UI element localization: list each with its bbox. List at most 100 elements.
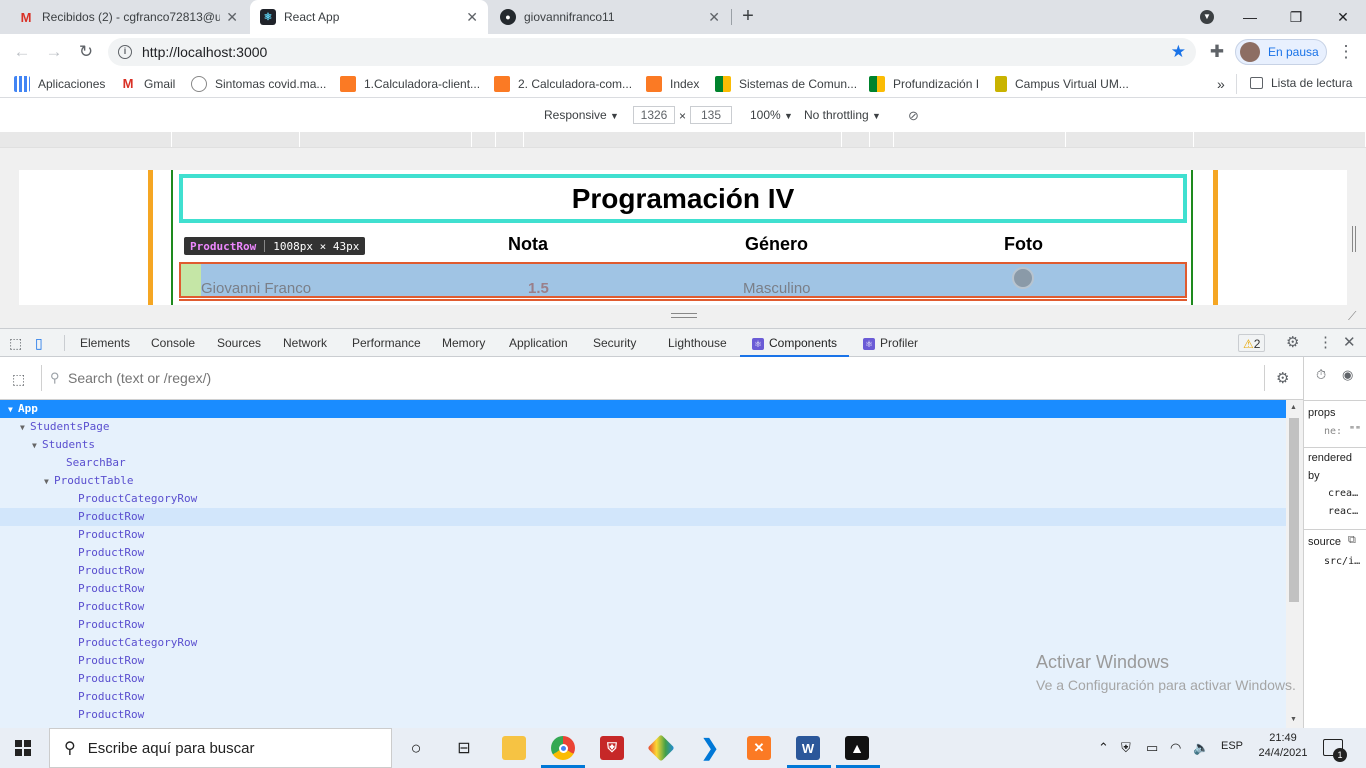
bookmark-apps[interactable]: Aplicaciones xyxy=(14,76,105,92)
bookmark-calculadora-cliente[interactable]: 1.Calculadora-client... xyxy=(340,76,480,92)
tab-github[interactable]: ● giovannifranco11 ✕ xyxy=(490,0,730,34)
menu-kebab-icon[interactable]: ⋮ xyxy=(1334,40,1358,64)
select-component-icon[interactable]: ⬚ xyxy=(12,371,25,388)
task-view-icon[interactable]: ⊟ xyxy=(452,736,476,760)
tab-lighthouse[interactable]: Lighthouse xyxy=(668,329,727,357)
media-query-segment[interactable] xyxy=(300,132,472,147)
more-options-icon[interactable]: ⋮ xyxy=(1318,329,1333,357)
tab-performance[interactable]: Performance xyxy=(352,329,421,357)
language-indicator[interactable]: ESP xyxy=(1221,740,1243,752)
tab-memory[interactable]: Memory xyxy=(442,329,485,357)
close-window-button[interactable]: ✕ xyxy=(1320,0,1366,34)
taskbar-search-box[interactable]: ⚲ Escribe aquí para buscar xyxy=(49,728,392,768)
bookmark-profundizacion[interactable]: Profundización I xyxy=(869,76,979,92)
git-kraken-icon[interactable] xyxy=(647,734,675,762)
tree-node-students-page[interactable]: ▼ StudentsPage xyxy=(0,418,1286,436)
word-icon[interactable]: W xyxy=(796,736,820,760)
scroll-up-icon[interactable]: ▲ xyxy=(1290,404,1297,411)
corner-resize-icon[interactable]: ⟋ xyxy=(1348,309,1356,324)
media-query-segment[interactable] xyxy=(172,132,300,147)
media-query-segment[interactable] xyxy=(894,132,1066,147)
security-tray-icon[interactable]: ⛨ xyxy=(1121,740,1131,756)
zoom-dropdown[interactable]: 100% ▼ xyxy=(750,108,793,122)
tray-overflow-icon[interactable]: ⌃ xyxy=(1098,740,1109,756)
tab-profiler[interactable]: ⚛ Profiler xyxy=(863,329,918,357)
extensions-icon[interactable]: ✚ xyxy=(1205,40,1229,64)
viewport-right-handle[interactable] xyxy=(1352,226,1356,252)
scroll-down-icon[interactable]: ▼ xyxy=(1290,716,1297,723)
tab-search-icon[interactable]: ▼ xyxy=(1184,0,1230,34)
viewport-resizer[interactable]: ⟋ xyxy=(0,305,1366,329)
media-query-segment[interactable] xyxy=(472,132,496,147)
settings-gear-icon[interactable]: ⚙ xyxy=(1286,329,1299,357)
bookmark-campus[interactable]: Campus Virtual UM... xyxy=(995,76,1129,92)
tree-node-product-category-row[interactable]: ProductCategoryRow xyxy=(0,490,1286,508)
volume-icon[interactable]: 🔈 xyxy=(1193,740,1209,756)
media-query-segment[interactable] xyxy=(496,132,524,147)
tab-components[interactable]: ⚛ Components xyxy=(740,329,850,357)
tree-node-product-row[interactable]: ProductRow xyxy=(0,598,1286,616)
expand-caret-icon[interactable]: ▼ xyxy=(32,437,42,455)
photos-icon[interactable]: ▲ xyxy=(845,736,869,760)
close-icon[interactable]: ✕ xyxy=(466,9,478,26)
close-icon[interactable]: ✕ xyxy=(708,9,720,26)
rendered-by-item[interactable]: reac… xyxy=(1328,506,1358,517)
tab-react-app[interactable]: ⚛ React App ✕ xyxy=(250,0,488,34)
tab-elements[interactable]: Elements xyxy=(80,329,130,357)
rotate-disabled-icon[interactable]: ⊘ xyxy=(908,108,919,124)
back-button[interactable]: ← xyxy=(10,40,34,64)
file-explorer-icon[interactable] xyxy=(502,736,526,760)
rendered-by-item[interactable]: crea… xyxy=(1328,488,1358,499)
media-query-segment[interactable] xyxy=(1194,132,1366,147)
expand-caret-icon[interactable]: ▼ xyxy=(8,401,18,419)
tree-node-app[interactable]: ▼ App xyxy=(0,400,1286,418)
wifi-icon[interactable]: ◠ xyxy=(1170,740,1181,756)
profile-button[interactable]: En pausa xyxy=(1235,39,1327,65)
close-icon[interactable]: ✕ xyxy=(226,9,238,26)
bookmark-star-icon[interactable]: ★ xyxy=(1171,42,1186,62)
tree-node-product-row[interactable]: ProductRow xyxy=(0,544,1286,562)
tab-sources[interactable]: Sources xyxy=(217,329,261,357)
eye-icon[interactable]: ◉ xyxy=(1342,367,1353,383)
maximize-button[interactable]: ❐ xyxy=(1273,0,1319,34)
address-bar[interactable]: i http://localhost:3000 ★ xyxy=(108,38,1196,66)
bookmark-sintomas[interactable]: Sintomas covid.ma... xyxy=(191,76,326,92)
media-query-segment[interactable] xyxy=(842,132,870,147)
new-tab-button[interactable]: + xyxy=(737,5,759,29)
throttling-dropdown[interactable]: No throttling ▼ xyxy=(804,108,881,122)
tree-node-product-row[interactable]: ProductRow xyxy=(0,616,1286,634)
bookmark-sistemas[interactable]: Sistemas de Comun... xyxy=(715,76,857,92)
resize-handle-icon[interactable] xyxy=(671,313,697,318)
tab-security[interactable]: Security xyxy=(593,329,636,357)
tree-node-product-table[interactable]: ▼ ProductTable xyxy=(0,472,1286,490)
tree-node-product-row[interactable]: ProductRow xyxy=(0,580,1286,598)
reading-list[interactable]: Lista de lectura xyxy=(1250,76,1352,90)
tree-node-product-row[interactable]: ProductRow xyxy=(0,508,1286,526)
chrome-icon[interactable] xyxy=(551,736,575,760)
product-row-highlight[interactable]: Giovanni Franco 1.5 Masculino xyxy=(179,262,1187,298)
windows-start-icon[interactable] xyxy=(15,740,31,756)
expand-caret-icon[interactable]: ▼ xyxy=(44,473,54,491)
bookmark-gmail[interactable]: M Gmail xyxy=(120,76,176,92)
bookmark-calculadora-com[interactable]: 2. Calculadora-com... xyxy=(494,76,632,92)
component-search-input[interactable] xyxy=(68,366,1258,390)
height-input[interactable]: 135 xyxy=(690,106,732,124)
warnings-badge[interactable]: ⚠2 xyxy=(1238,334,1266,352)
firewall-shield-icon[interactable]: ⛨ xyxy=(600,736,624,760)
stopwatch-icon[interactable]: ⏱ xyxy=(1316,367,1326,383)
responsive-dropdown[interactable]: Responsive ▼ xyxy=(544,108,619,122)
device-toggle-icon[interactable]: ▯ xyxy=(35,329,43,357)
media-query-segment[interactable] xyxy=(524,132,842,147)
reload-button[interactable]: ↻ xyxy=(74,40,98,64)
prop-value[interactable]: "" xyxy=(1349,425,1361,436)
tree-node-students[interactable]: ▼ Students xyxy=(0,436,1286,454)
tree-node-product-row[interactable]: ProductRow xyxy=(0,706,1286,724)
inspect-element-icon[interactable]: ⬚ xyxy=(9,329,22,357)
media-query-segment[interactable] xyxy=(870,132,894,147)
bookmarks-overflow[interactable]: » xyxy=(1217,76,1225,92)
media-query-segment[interactable] xyxy=(0,132,172,147)
tree-node-product-category-row[interactable]: ProductCategoryRow xyxy=(0,634,1286,652)
tab-network[interactable]: Network xyxy=(283,329,327,357)
tree-node-search-bar[interactable]: SearchBar xyxy=(0,454,1286,472)
tree-node-product-row[interactable]: ProductRow xyxy=(0,526,1286,544)
